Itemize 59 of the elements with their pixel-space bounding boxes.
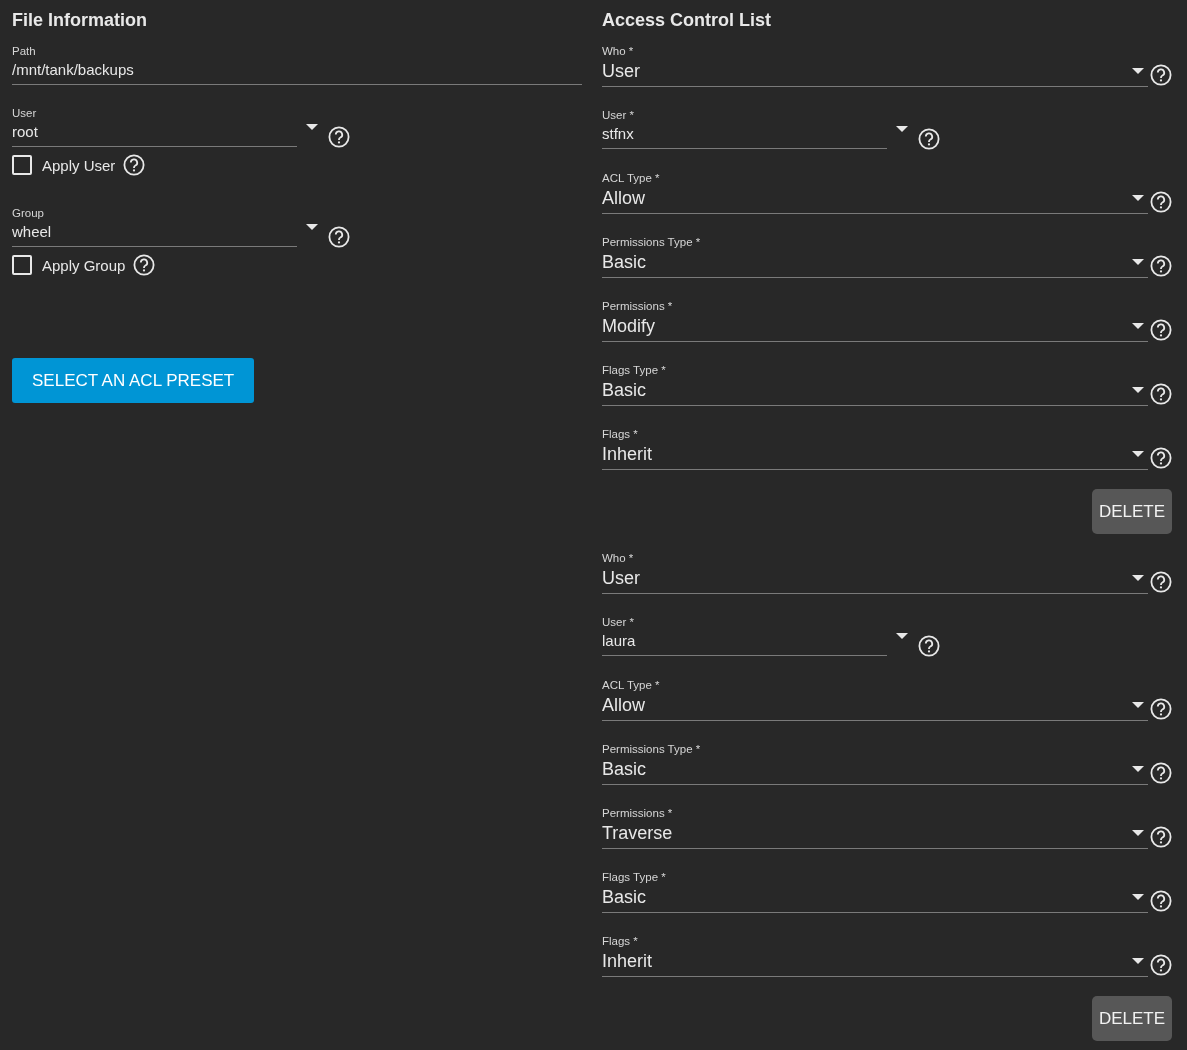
help-icon[interactable] (918, 128, 940, 150)
dropdown-field[interactable]: Flags Type * Basic (602, 870, 1148, 913)
caret-icon[interactable] (1132, 830, 1144, 836)
help-icon[interactable] (1150, 826, 1172, 848)
checkbox[interactable] (12, 255, 32, 275)
caret-icon[interactable] (1132, 68, 1144, 74)
dropdown-field[interactable]: Permissions * Modify (602, 299, 1148, 342)
caret-icon[interactable] (1132, 259, 1144, 265)
caret-icon[interactable] (1132, 195, 1144, 201)
combobox-field[interactable]: User * stfnx (602, 108, 887, 149)
help-icon[interactable] (123, 154, 146, 176)
help-icon[interactable] (918, 635, 940, 657)
checkbox-label[interactable]: Apply Group (42, 256, 126, 274)
help-icon[interactable] (1150, 447, 1172, 469)
help-icon[interactable] (1150, 255, 1172, 277)
help-icon[interactable] (1150, 890, 1172, 912)
help-icon[interactable] (1150, 319, 1172, 341)
dropdown-field[interactable]: Who * User (602, 551, 1148, 594)
dropdown-field[interactable]: Flags * Inherit (602, 934, 1148, 977)
dropdown-field[interactable]: Flags * Inherit (602, 427, 1148, 470)
caret-icon[interactable] (1132, 387, 1144, 393)
caret-icon[interactable] (1132, 451, 1144, 457)
dropdown-field[interactable]: Permissions Type * Basic (602, 742, 1148, 785)
delete-button[interactable]: DELETE (1092, 489, 1172, 534)
combobox-field[interactable]: Group wheel (12, 206, 297, 247)
help-icon[interactable] (1150, 762, 1172, 784)
dropdown-field[interactable]: ACL Type * Allow (602, 678, 1148, 721)
dropdown-field[interactable]: Who * User (602, 44, 1148, 87)
caret-icon[interactable] (1132, 958, 1144, 964)
dropdown-field[interactable]: Permissions * Traverse (602, 806, 1148, 849)
caret-icon[interactable] (896, 126, 908, 132)
checkbox-label[interactable]: Apply User (42, 156, 116, 174)
help-icon[interactable] (1150, 954, 1172, 976)
help-icon[interactable] (1150, 191, 1172, 213)
help-icon[interactable] (328, 226, 350, 248)
section-title: Access Control List (602, 9, 773, 31)
dropdown-field[interactable]: Flags Type * Basic (602, 363, 1148, 406)
delete-button[interactable]: DELETE (1092, 996, 1172, 1041)
help-icon[interactable] (1150, 698, 1172, 720)
caret-icon[interactable] (896, 633, 908, 639)
caret-icon[interactable] (1132, 575, 1144, 581)
help-icon[interactable] (133, 254, 156, 276)
help-icon[interactable] (1150, 571, 1172, 593)
caret-icon[interactable] (1132, 766, 1144, 772)
help-icon[interactable] (1150, 383, 1172, 405)
caret-icon[interactable] (306, 124, 318, 130)
checkbox[interactable] (12, 155, 32, 175)
caret-icon[interactable] (306, 224, 318, 230)
help-icon[interactable] (328, 126, 350, 148)
caret-icon[interactable] (1132, 894, 1144, 900)
combobox-field[interactable]: User * laura (602, 615, 887, 656)
caret-icon[interactable] (1132, 323, 1144, 329)
combobox-field[interactable]: User root (12, 106, 297, 147)
help-icon[interactable] (1150, 64, 1172, 86)
caret-icon[interactable] (1132, 702, 1144, 708)
dropdown-field[interactable]: ACL Type * Allow (602, 171, 1148, 214)
text-field[interactable]: Path /mnt/tank/backups (12, 44, 582, 85)
section-title: File Information (12, 9, 148, 31)
dropdown-field[interactable]: Permissions Type * Basic (602, 235, 1148, 278)
